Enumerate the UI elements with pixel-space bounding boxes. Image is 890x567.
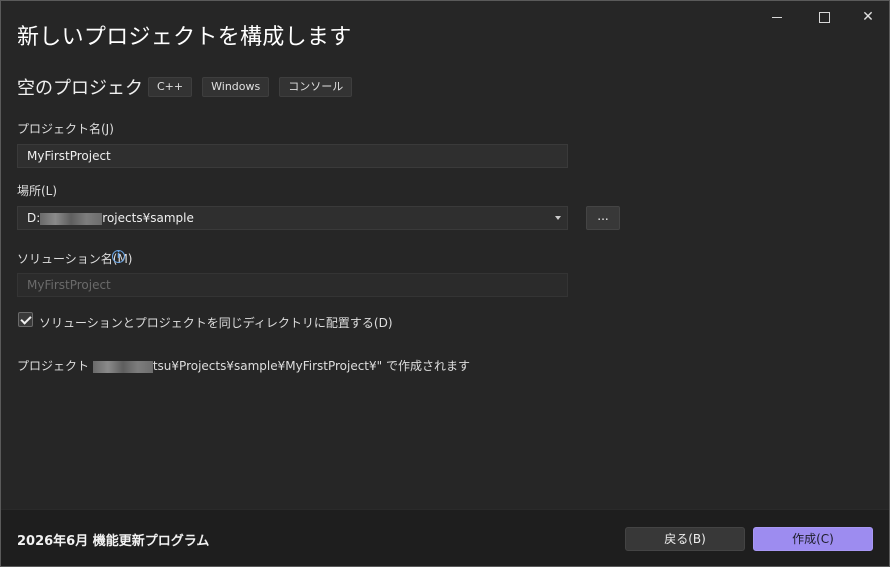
maximize-button[interactable]	[802, 1, 846, 33]
path-prefix: プロジェクト	[17, 359, 90, 373]
solution-name-placeholder: MyFirstProject	[27, 278, 111, 292]
maximize-icon	[818, 11, 830, 23]
tag-windows: Windows	[202, 77, 270, 97]
redacted-path-segment	[40, 212, 103, 225]
creation-path-text: プロジェクト tsu¥Projects¥sample¥MyFirstProjec…	[17, 357, 470, 374]
location-label: 場所(L)	[17, 184, 58, 198]
back-button[interactable]: 戻る(B)	[625, 527, 745, 551]
project-name-label: プロジェクト名(J)	[17, 122, 114, 136]
tag-cpp: C++	[148, 77, 193, 97]
template-name: 空のプロジェクト	[17, 78, 161, 99]
info-icon[interactable]: i	[112, 250, 125, 263]
browse-button[interactable]: ...	[586, 206, 620, 230]
same-directory-checkbox[interactable]	[18, 312, 33, 327]
same-directory-label[interactable]: ソリューションとプロジェクトを同じディレクトリに配置する(D)	[39, 314, 393, 331]
location-prefix: D:	[27, 211, 41, 225]
close-button[interactable]: ✕	[846, 1, 890, 33]
dialog-footer: 2026年6月 機能更新プログラム 戻る(B) 作成(C)	[1, 509, 889, 566]
minimize-button[interactable]	[755, 1, 799, 33]
dialog-title: 新しいプロジェクトを構成します	[17, 25, 352, 50]
location-combobox[interactable]: D: rojects¥sample	[17, 206, 568, 230]
checkmark-icon	[20, 313, 32, 325]
minimize-icon	[772, 16, 782, 18]
project-name-value: MyFirstProject	[27, 149, 111, 163]
location-suffix: rojects¥sample	[102, 211, 194, 225]
version-text: 2026年6月 機能更新プログラム	[17, 534, 210, 549]
tag-console: コンソール	[279, 77, 353, 97]
create-button[interactable]: 作成(C)	[753, 527, 873, 551]
solution-name-input: MyFirstProject	[17, 273, 568, 297]
redacted-path-segment	[92, 360, 153, 373]
project-name-input[interactable]: MyFirstProject	[17, 144, 568, 168]
configure-project-dialog: ✕ 新しいプロジェクトを構成します 空のプロジェクト C++ Windows コ…	[0, 0, 890, 567]
path-suffix: tsu¥Projects¥sample¥MyFirstProject¥" で作成…	[152, 359, 470, 373]
close-icon: ✕	[862, 9, 874, 25]
template-tags: C++ Windows コンソール	[148, 77, 353, 97]
chevron-down-icon[interactable]	[555, 216, 561, 220]
